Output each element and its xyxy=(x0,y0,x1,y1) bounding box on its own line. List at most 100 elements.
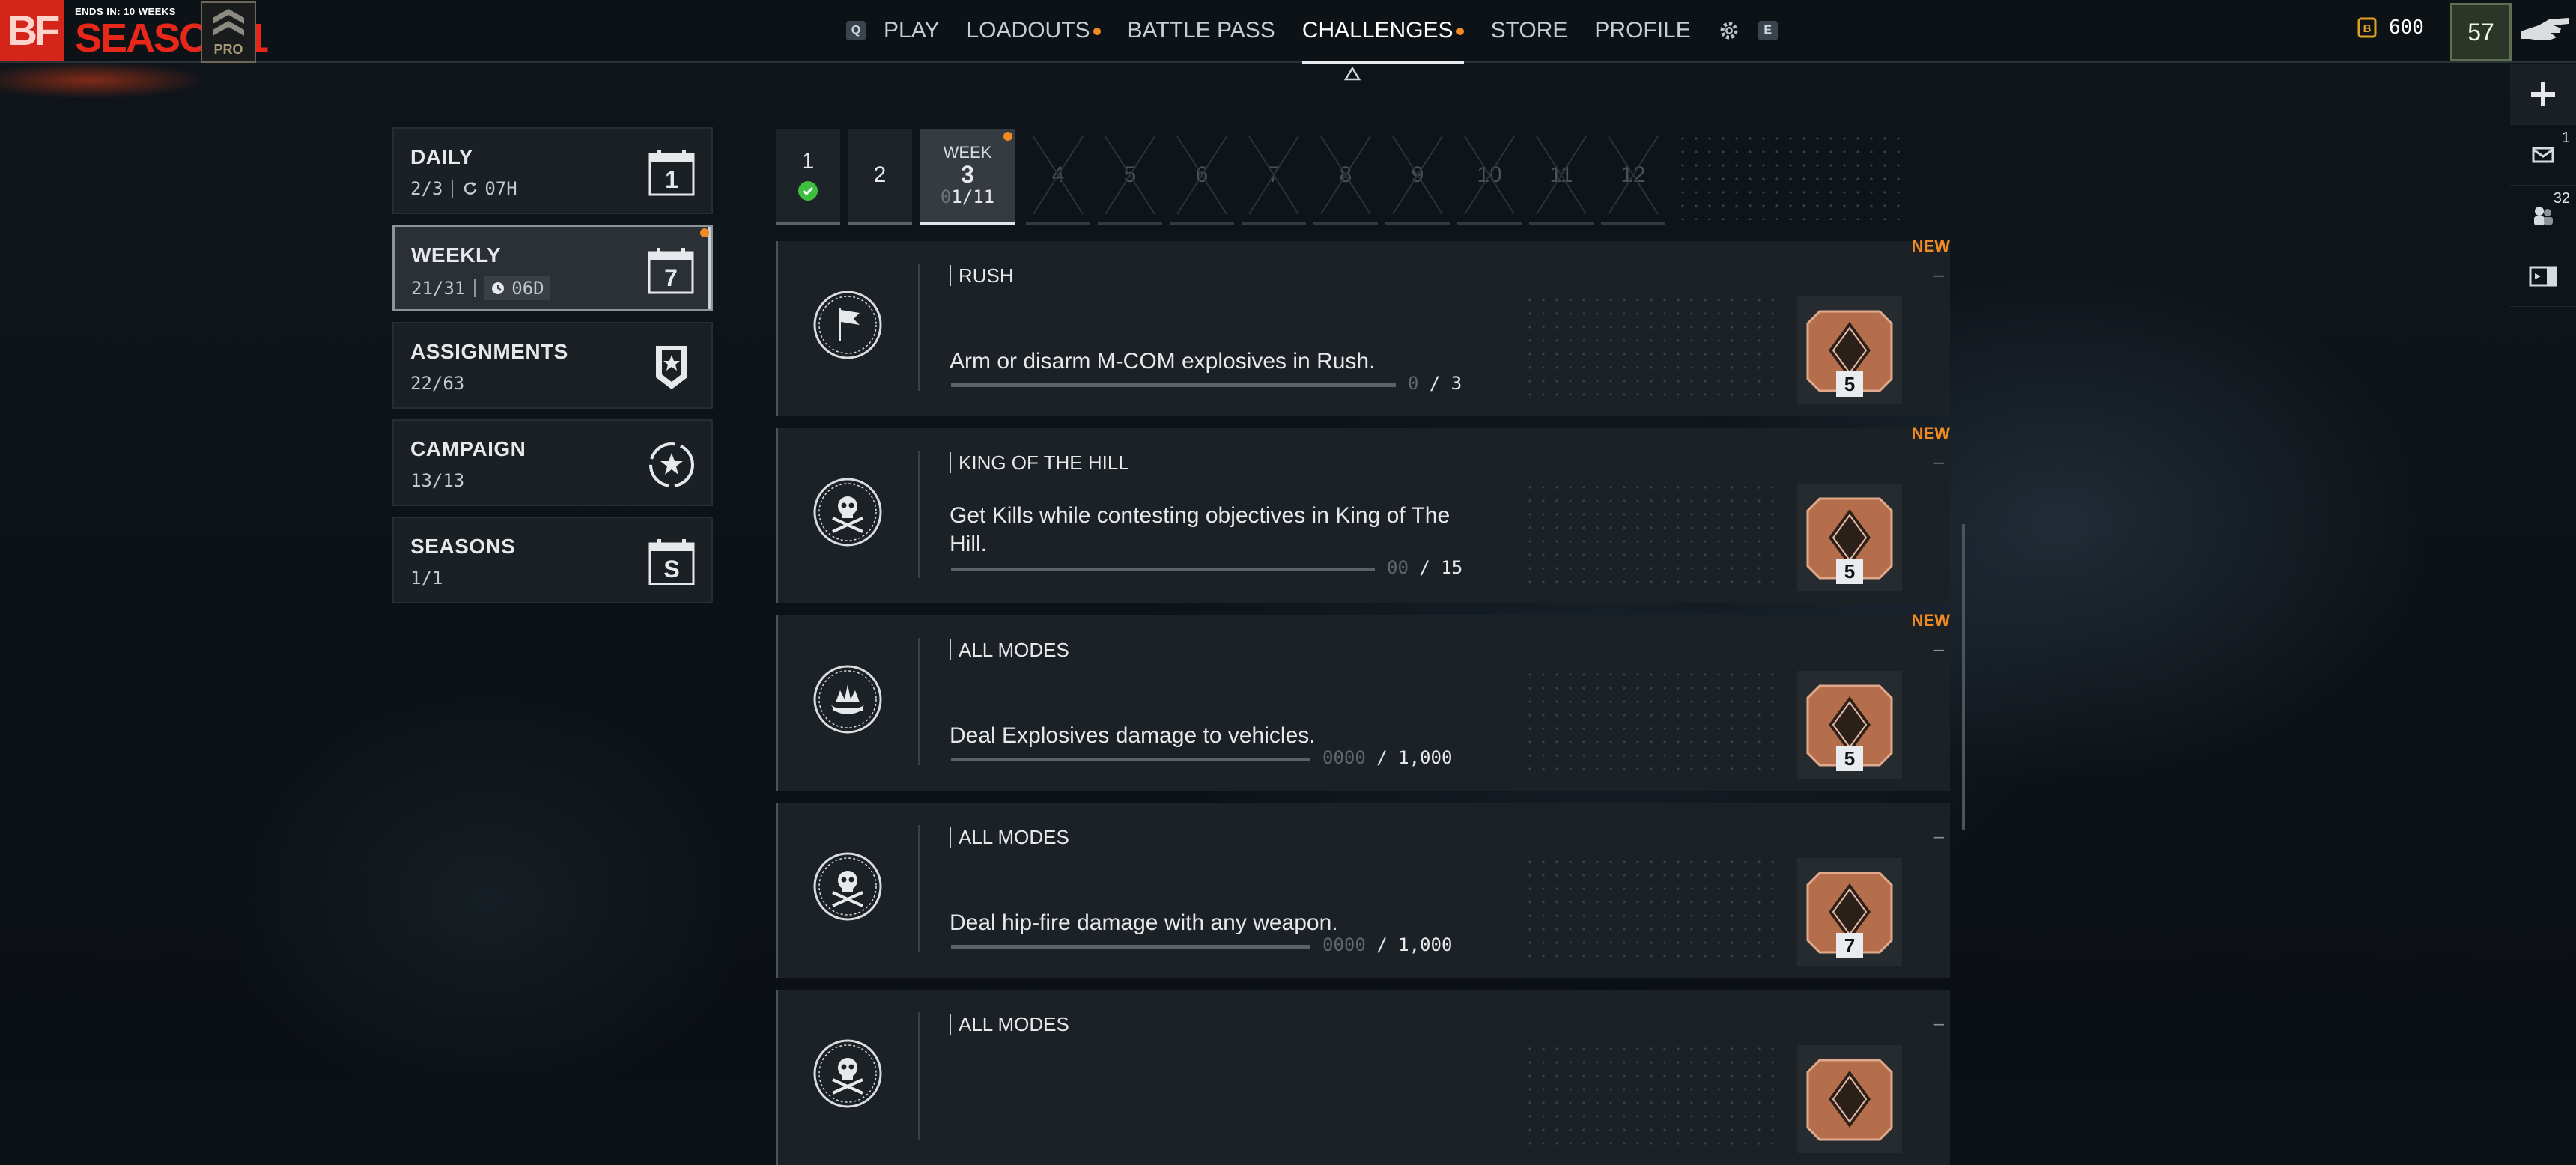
currency-display[interactable]: B 600 xyxy=(2357,16,2424,39)
svg-text:B: B xyxy=(2363,22,2372,35)
challenge-list-scrollbar[interactable] xyxy=(1962,524,1965,830)
week-tab-3[interactable]: WEEK 3 01/11 xyxy=(920,129,1015,225)
gear-icon[interactable] xyxy=(1718,19,1740,42)
reward-slot[interactable]: 5 xyxy=(1797,484,1902,591)
squad-icon xyxy=(2534,207,2553,225)
category-meta: 21/31 06D xyxy=(411,276,550,300)
challenge-description: Get Kills while contesting objectives in… xyxy=(950,503,1450,556)
card-menu-dash[interactable]: – xyxy=(1934,265,1944,286)
reward-slot[interactable]: 5 xyxy=(1797,671,1902,779)
locked-cross-icon xyxy=(1464,136,1515,215)
week-progress-value: 1/11 xyxy=(951,186,995,207)
squad-button[interactable]: 32 xyxy=(2510,186,2576,246)
challenge-mode: KING OF THE HILL xyxy=(950,452,1129,473)
tab-underline xyxy=(1529,222,1594,225)
campaign-star-icon xyxy=(649,442,694,487)
nav-battle-pass[interactable]: BATTLE PASS xyxy=(1128,18,1275,43)
challenge-card[interactable]: RUSH Arm or disarm M-COM explosives in Ru… xyxy=(776,237,1950,416)
card-divider xyxy=(918,264,920,391)
week-tab-locked[interactable]: 9 xyxy=(1385,129,1450,225)
locked-cross-icon xyxy=(1176,136,1227,215)
reward-slot[interactable] xyxy=(1797,1045,1902,1153)
challenge-progress-count: 0000 / 1,000 xyxy=(1322,934,1452,955)
add-button[interactable] xyxy=(2510,64,2576,125)
category-name: SEASONS xyxy=(410,535,516,558)
week-tab-locked[interactable]: 4 xyxy=(1026,129,1090,225)
week-tab-locked[interactable]: 6 xyxy=(1170,129,1234,225)
card-dot-pattern xyxy=(1523,1042,1778,1155)
mail-button[interactable]: 1 xyxy=(2510,125,2576,186)
card-divider xyxy=(918,451,920,578)
category-campaign[interactable]: CAMPAIGN 13/13 xyxy=(392,419,713,506)
category-progress: 21/31 xyxy=(411,278,466,299)
challenge-card[interactable]: KING OF THE HILL Get Kills while contesti… xyxy=(776,424,1950,603)
week-tab-locked[interactable]: 10 xyxy=(1457,129,1522,225)
week-number: 2 xyxy=(873,162,887,187)
category-seasons[interactable]: SEASONS 1/1 S xyxy=(392,517,713,603)
locked-cross-icon xyxy=(1320,136,1371,215)
card-menu-dash[interactable]: – xyxy=(1934,827,1944,848)
category-weekly[interactable]: WEEKLY 21/31 06D 7 xyxy=(392,225,713,311)
challenge-card[interactable]: ALL MODES Deal hip-fire damage with any w… xyxy=(776,803,1950,978)
week-tab-1[interactable]: 1 xyxy=(776,129,840,225)
week-tab-locked[interactable]: 12 xyxy=(1601,129,1665,225)
tab-underline xyxy=(1313,222,1378,225)
calendar-weekly-icon: 7 xyxy=(648,248,694,294)
tab-underline xyxy=(776,222,840,225)
category-daily[interactable]: DAILY 2/3 07H 1 xyxy=(392,127,713,214)
challenge-card[interactable]: ALL MODES – xyxy=(776,990,1950,1165)
week-tab-2[interactable]: 2 xyxy=(848,129,912,225)
timer-value: 06D xyxy=(511,278,544,299)
card-menu-dash[interactable]: – xyxy=(1934,639,1944,660)
nav-store[interactable]: STORE xyxy=(1491,18,1568,43)
count-target: / 1,000 xyxy=(1365,747,1453,768)
nav-play-label: PLAY xyxy=(884,18,940,43)
card-menu-dash[interactable]: – xyxy=(1934,452,1944,473)
week-tab-locked[interactable]: 8 xyxy=(1313,129,1378,225)
week-label: WEEK xyxy=(943,143,992,162)
expand-panel-button[interactable] xyxy=(2510,246,2576,307)
count-target: / 15 xyxy=(1408,557,1463,578)
challenge-card[interactable]: ALL MODES Deal Explosives damage to vehic… xyxy=(776,611,1950,791)
nav-challenges-label: CHALLENGES xyxy=(1301,18,1453,43)
player-level[interactable]: 57 xyxy=(2450,3,2512,61)
challenge-progress-bar xyxy=(951,568,1375,571)
mail-icon xyxy=(2532,147,2554,163)
week-tab-locked[interactable]: 11 xyxy=(1529,129,1594,225)
tab-underline xyxy=(1601,222,1665,225)
week-tab-locked[interactable]: 5 xyxy=(1098,129,1162,225)
nav-profile[interactable]: PROFILE xyxy=(1594,18,1690,43)
reward-tier: 5 xyxy=(1836,746,1863,771)
countdown-timer: 06D xyxy=(484,276,550,300)
social-hand-icon[interactable] xyxy=(2516,3,2573,57)
rank-chip-icon xyxy=(1806,1059,1893,1141)
nav-play[interactable]: PLAY xyxy=(884,18,940,43)
week-tab-locked[interactable]: 7 xyxy=(1242,129,1306,225)
card-menu-dash[interactable]: – xyxy=(1934,1014,1944,1035)
new-badge: NEW xyxy=(1911,424,1950,442)
challenge-description: Arm or disarm M-COM explosives in Rush. xyxy=(950,349,1376,374)
plus-icon xyxy=(2531,82,2555,106)
nav-profile-label: PROFILE xyxy=(1594,18,1691,43)
reward-slot[interactable]: 5 xyxy=(1797,296,1902,404)
pro-badge[interactable]: PRO xyxy=(201,1,256,63)
ember-glow xyxy=(0,61,315,121)
card-dot-pattern xyxy=(1523,481,1778,593)
reward-slot[interactable]: 7 xyxy=(1797,858,1902,966)
notification-dot xyxy=(1003,132,1012,141)
week-progress-ghost: 0 xyxy=(940,186,952,207)
skull-emblem-icon xyxy=(813,478,882,547)
nav-challenges[interactable]: CHALLENGES xyxy=(1301,18,1464,64)
top-bar: BF ENDS IN: 10 WEEKS SEASON 1 PRO Q PLAY… xyxy=(0,0,2576,81)
challenge-progress-count: 0000 / 1,000 xyxy=(1322,747,1452,768)
challenge-progress-bar xyxy=(951,758,1310,761)
category-assignments[interactable]: ASSIGNMENTS 22/63 xyxy=(392,322,713,409)
card-dot-pattern xyxy=(1523,293,1778,406)
calendar-season-icon: S xyxy=(648,539,695,585)
category-meta: 2/3 07H xyxy=(410,178,517,199)
nav-store-label: STORE xyxy=(1490,18,1568,43)
category-name: CAMPAIGN xyxy=(410,437,526,460)
new-badge: NEW xyxy=(1911,237,1950,255)
challenge-progress-count: 0 / 3 xyxy=(1408,373,1462,394)
nav-loadouts[interactable]: LOADOUTS xyxy=(967,18,1101,43)
